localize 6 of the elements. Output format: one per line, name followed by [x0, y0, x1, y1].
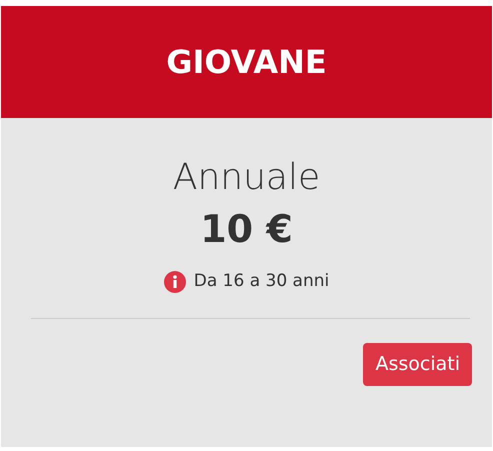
info-icon	[164, 270, 186, 293]
plan-period: Annuale	[172, 156, 320, 200]
age-note: Da 16 a 30 anni	[194, 270, 330, 293]
plan-price: 10 €	[200, 207, 293, 253]
join-button[interactable]: Associati	[363, 343, 472, 386]
plan-title: GIOVANE	[166, 42, 327, 83]
